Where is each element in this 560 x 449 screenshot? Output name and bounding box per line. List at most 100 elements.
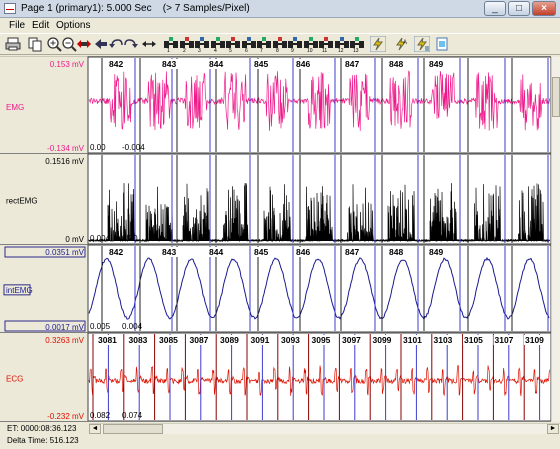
marker-13-icon[interactable]: 13 — [349, 36, 365, 52]
marker-3-icon[interactable]: 3 — [194, 36, 210, 52]
svg-text:1: 1 — [167, 48, 170, 52]
beat-label-int: 849 — [429, 247, 443, 257]
beat-label-int: 847 — [345, 247, 359, 257]
svg-text:11: 11 — [322, 48, 327, 52]
max-label-rect: 0.1516 mV — [45, 157, 84, 166]
window-title-text: Page 1 (primary1): 5.000 Sec — [21, 3, 152, 14]
move-left-icon[interactable] — [93, 36, 109, 52]
horizontal-scrollbar[interactable]: ◄ ► — [89, 423, 560, 434]
undo-icon[interactable] — [108, 36, 124, 52]
start-value-int: 0.005 — [90, 322, 111, 331]
channel-label-emg: EMG — [6, 103, 24, 112]
marker-12-icon[interactable]: 12 — [334, 36, 350, 52]
marker-5-icon[interactable]: 5 — [225, 36, 241, 52]
window-title: Page 1 (primary1): 5.000 Sec (> 7 Sample… — [21, 3, 250, 14]
beat-label-int: 848 — [389, 247, 403, 257]
beat-label-int: 844 — [209, 247, 223, 257]
expand-horizontal-icon[interactable] — [141, 36, 157, 52]
svg-text:13: 13 — [353, 48, 359, 52]
marker-1-icon[interactable]: 1 — [163, 36, 179, 52]
min-label-ecg: -0.232 mV — [47, 412, 85, 421]
svg-text:7: 7 — [260, 48, 263, 52]
minimize-button[interactable]: _ — [484, 1, 506, 16]
beat-label-ecg: 3083 — [129, 335, 148, 345]
scroll-left-button[interactable]: ◄ — [89, 424, 101, 434]
beat-label-ecg: 3099 — [373, 335, 392, 345]
marker-11-icon[interactable]: 11 — [318, 36, 334, 52]
marker-4-icon[interactable]: 4 — [210, 36, 226, 52]
beat-label-emg: 842 — [109, 59, 123, 69]
zoom-fit-icon[interactable] — [76, 36, 92, 52]
vertical-scroll-thumb[interactable] — [552, 77, 560, 117]
svg-text:10: 10 — [307, 48, 313, 52]
zoom-out-icon[interactable] — [61, 36, 77, 52]
start-value-int: 0.004 — [122, 322, 143, 331]
vertical-scrollbar[interactable] — [551, 57, 560, 421]
max-label-emg: 0.153 mV — [50, 60, 85, 69]
lightning-framed-icon[interactable] — [414, 36, 430, 52]
beat-label-ecg: 3087 — [190, 335, 209, 345]
marker-7-icon[interactable]: 7 — [256, 36, 272, 52]
app-icon — [4, 3, 16, 14]
svg-text:5: 5 — [229, 48, 232, 52]
menu-bar: File Edit Options — [0, 18, 560, 33]
beat-label-int: 843 — [162, 247, 176, 257]
marker-8-icon[interactable]: 8 — [272, 36, 288, 52]
beat-label-ecg: 3081 — [98, 335, 117, 345]
start-value-emg: 0.00 — [90, 143, 106, 152]
marker-2-icon[interactable]: 2 — [179, 36, 195, 52]
max-label-int: 0.0351 mV — [45, 248, 84, 257]
beat-label-emg: 849 — [429, 59, 443, 69]
close-button[interactable]: × — [532, 1, 556, 16]
svg-text:9: 9 — [291, 48, 294, 52]
menu-edit[interactable]: Edit — [32, 20, 49, 31]
scroll-right-button[interactable]: ► — [547, 424, 559, 434]
elapsed-time: ET: 0000:08:36.123 — [7, 424, 77, 433]
start-value-emg: -0.004 — [122, 143, 145, 152]
delta-time: Delta Time: 516.123 — [7, 436, 79, 445]
svg-text:8: 8 — [276, 48, 279, 52]
menu-file[interactable]: File — [9, 20, 25, 31]
marker-10-icon[interactable]: 10 — [303, 36, 319, 52]
copy-icon[interactable] — [27, 36, 43, 52]
channels-svg: 0.153 mV -0.134 mV EMG 842 843 844 845 846 847 84… — [0, 56, 551, 422]
marker-9-icon[interactable]: 9 — [287, 36, 303, 52]
beat-label-emg: 845 — [254, 59, 268, 69]
svg-text:4: 4 — [214, 48, 217, 52]
beat-label-ecg: 3109 — [525, 335, 544, 345]
beat-label-ecg: 3105 — [464, 335, 483, 345]
svg-text:12: 12 — [338, 48, 344, 52]
beat-label-emg: 844 — [209, 59, 223, 69]
beat-label-emg: 846 — [296, 59, 310, 69]
redo-icon[interactable] — [123, 36, 139, 52]
horizontal-scroll-thumb[interactable] — [103, 424, 163, 434]
beat-label-ecg: 3097 — [342, 335, 361, 345]
plot-int — [87, 244, 551, 333]
lightning-auto-icon[interactable]: A — [393, 36, 409, 52]
print-icon[interactable] — [5, 36, 21, 52]
status-area: ET: 0000:08:36.123 Delta Time: 516.123 — [0, 422, 88, 449]
svg-text:6: 6 — [245, 48, 248, 52]
beat-label-ecg: 3101 — [403, 335, 422, 345]
title-bar: Page 1 (primary1): 5.000 Sec (> 7 Sample… — [0, 0, 560, 18]
menu-options[interactable]: Options — [56, 20, 90, 31]
chart-area: 0.153 mV -0.134 mV EMG 842 843 844 845 846 847 84… — [0, 56, 560, 422]
beat-label-int: 846 — [296, 247, 310, 257]
start-value-ecg: 0.082 — [90, 411, 111, 420]
beat-label-ecg: 3085 — [159, 335, 178, 345]
svg-text:2: 2 — [183, 48, 186, 52]
zoom-in-icon[interactable] — [46, 36, 62, 52]
lightning-icon[interactable] — [370, 36, 386, 52]
max-label-ecg: 0.3263 mV — [45, 336, 84, 345]
start-value-ecg: 0.074 — [122, 411, 143, 420]
svg-text:A: A — [403, 40, 407, 46]
channel-label-ecg: ECG — [6, 374, 23, 383]
document-icon[interactable] — [434, 36, 450, 52]
beat-label-ecg: 3107 — [495, 335, 514, 345]
sample-rate-text: (> 7 Samples/Pixel) — [162, 3, 250, 14]
maximize-button[interactable]: □ — [508, 1, 530, 16]
marker-6-icon[interactable]: 6 — [241, 36, 257, 52]
beat-label-int: 845 — [254, 247, 268, 257]
channel-label-int: intEMG — [6, 286, 33, 295]
channel-label-rect: rectEMG — [6, 197, 38, 206]
